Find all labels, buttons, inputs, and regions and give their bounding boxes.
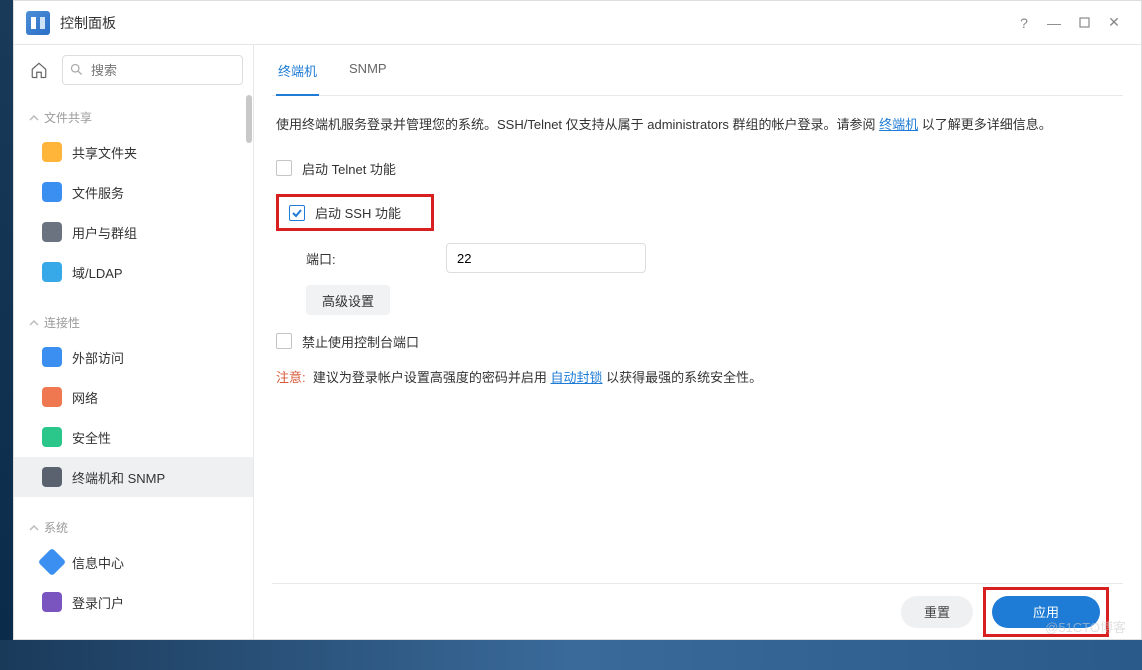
tabs: 终端机 SNMP [272, 45, 1123, 96]
control-panel-window: 控制面板 ? — ✕ 文件共享 共享文件夹 [13, 0, 1142, 640]
sidebar-item-label: 域/LDAP [72, 263, 123, 282]
reset-button[interactable]: 重置 [901, 596, 973, 628]
home-icon [30, 61, 48, 79]
sidebar-item-login-portal[interactable]: 登录门户 [14, 582, 253, 622]
port-label: 端口: [306, 249, 446, 268]
folder-icon [42, 142, 62, 162]
user-icon [42, 222, 62, 242]
sidebar-item-label: 网络 [72, 388, 98, 407]
tab-snmp[interactable]: SNMP [347, 61, 389, 95]
ssh-checkbox[interactable] [289, 205, 305, 221]
terminal-icon [42, 467, 62, 487]
close-button[interactable]: ✕ [1099, 8, 1129, 38]
sidebar-item-domain-ldap[interactable]: 域/LDAP [14, 252, 253, 292]
section-label: 系统 [44, 519, 68, 536]
port-input[interactable] [446, 243, 646, 273]
section-label: 文件共享 [44, 109, 92, 126]
footer: 重置 应用 [272, 583, 1123, 639]
file-icon [42, 182, 62, 202]
sidebar-item-label: 共享文件夹 [72, 143, 137, 162]
sidebar-item-shared-folder[interactable]: 共享文件夹 [14, 132, 253, 172]
sidebar-item-security[interactable]: 安全性 [14, 417, 253, 457]
ldap-icon [42, 262, 62, 282]
sidebar: 文件共享 共享文件夹 文件服务 用户与群组 域/LDAP 连接性 外部访问 网络… [14, 45, 254, 639]
sidebar-item-label: 文件服务 [72, 183, 124, 202]
section-system[interactable]: 系统 [14, 513, 253, 542]
telnet-label: 启动 Telnet 功能 [302, 159, 396, 178]
ssh-label: 启动 SSH 功能 [315, 203, 421, 222]
terminal-help-link[interactable]: 终端机 [879, 117, 918, 132]
globe-icon [42, 347, 62, 367]
network-icon [42, 387, 62, 407]
sidebar-item-file-services[interactable]: 文件服务 [14, 172, 253, 212]
sidebar-item-label: 登录门户 [72, 593, 124, 612]
sidebar-item-terminal-snmp[interactable]: 终端机和 SNMP [14, 457, 253, 497]
description: 使用终端机服务登录并管理您的系统。SSH/Telnet 仅支持从属于 admin… [276, 114, 1119, 136]
sidebar-item-external-access[interactable]: 外部访问 [14, 337, 253, 377]
console-port-checkbox[interactable] [276, 333, 292, 349]
watermark: @51CTO博客 [1045, 617, 1126, 636]
sidebar-item-network[interactable]: 网络 [14, 377, 253, 417]
auto-block-link[interactable]: 自动封锁 [550, 370, 602, 385]
telnet-checkbox[interactable] [276, 160, 292, 176]
login-icon [42, 592, 62, 612]
search-icon [69, 62, 84, 77]
tab-terminal[interactable]: 终端机 [276, 61, 319, 96]
chevron-up-icon [28, 317, 40, 329]
scrollbar-thumb[interactable] [246, 95, 252, 143]
section-label: 连接性 [44, 314, 80, 331]
sidebar-item-label: 终端机和 SNMP [72, 468, 165, 487]
shield-icon [42, 427, 62, 447]
maximize-button[interactable] [1069, 8, 1099, 38]
sidebar-item-label: 信息中心 [72, 553, 124, 572]
window-title: 控制面板 [60, 13, 116, 33]
security-note: 注意: 建议为登录帐户设置高强度的密码并启用 自动封锁 以获得最强的系统安全性。 [276, 367, 1119, 386]
sidebar-item-label: 外部访问 [72, 348, 124, 367]
sidebar-item-label: 安全性 [72, 428, 111, 447]
main-panel: 终端机 SNMP 使用终端机服务登录并管理您的系统。SSH/Telnet 仅支持… [254, 45, 1141, 639]
search-input[interactable] [62, 55, 243, 85]
info-icon [38, 548, 66, 576]
home-button[interactable] [24, 55, 54, 85]
chevron-up-icon [28, 112, 40, 124]
sidebar-item-info-center[interactable]: 信息中心 [14, 542, 253, 582]
section-file-sharing[interactable]: 文件共享 [14, 103, 253, 132]
sidebar-item-label: 用户与群组 [72, 223, 137, 242]
advanced-settings-button[interactable]: 高级设置 [306, 285, 390, 315]
chevron-up-icon [28, 522, 40, 534]
section-connectivity[interactable]: 连接性 [14, 308, 253, 337]
app-icon [26, 11, 50, 35]
minimize-button[interactable]: — [1039, 8, 1069, 38]
console-port-label: 禁止使用控制台端口 [302, 332, 419, 351]
titlebar: 控制面板 ? — ✕ [14, 1, 1141, 45]
help-button[interactable]: ? [1009, 8, 1039, 38]
sidebar-item-user-group[interactable]: 用户与群组 [14, 212, 253, 252]
